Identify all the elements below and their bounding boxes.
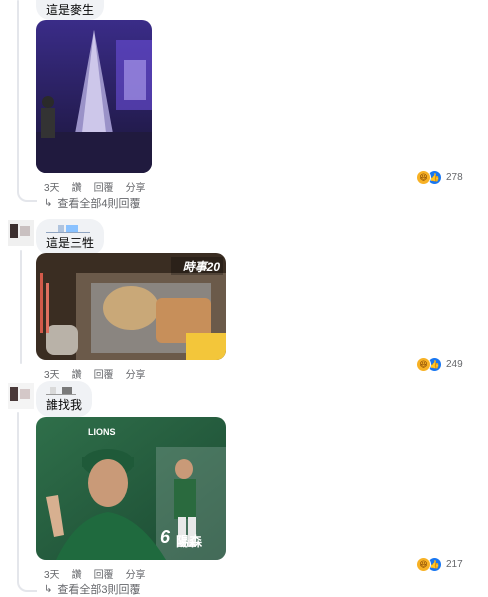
comment-photo[interactable]: 時事20 (36, 253, 226, 360)
share-button[interactable]: 分享 (126, 183, 146, 194)
reply-arrow-icon: ↳ (44, 583, 53, 595)
view-more-replies-label: 查看全部4則回覆 (57, 198, 141, 210)
view-more-replies[interactable]: ↳ 查看全部4則回覆 (44, 195, 141, 211)
player-number: 6 (160, 527, 171, 547)
timestamp: 3天 (44, 370, 60, 381)
avatar[interactable] (8, 220, 34, 246)
reply-button[interactable]: 回覆 (94, 183, 114, 194)
haha-reaction-icon: 😆 (416, 170, 431, 185)
photo-watermark: 時事20 (182, 260, 220, 274)
comment-text: 這是麥生 (46, 3, 95, 17)
like-button[interactable]: 讚 (72, 570, 82, 581)
thread-elbow (17, 186, 37, 202)
photo-watermark: LIONS (88, 427, 116, 437)
like-button[interactable]: 讚 (72, 370, 82, 381)
reaction-count: 249 (446, 359, 463, 370)
share-button[interactable]: 分享 (126, 370, 146, 381)
comment-bubble: 這是麥生 (36, 0, 105, 20)
reaction-summary[interactable]: 😆 👍 249 (416, 357, 463, 372)
view-more-replies[interactable]: ↳ 查看全部3則回覆 (44, 581, 141, 597)
reply-button[interactable]: 回覆 (94, 370, 114, 381)
comment-bubble: 誰找我 (36, 381, 93, 417)
comment-photo[interactable]: LIONS 6 陽森 (36, 417, 226, 560)
haha-reaction-icon: 😆 (416, 357, 431, 372)
reaction-summary[interactable]: 😆 👍 278 (416, 170, 463, 185)
comment-actions: 3天 讚 回覆 分享 (44, 179, 158, 194)
thread-line (20, 250, 22, 364)
comment-text: 這是三牲 (46, 236, 95, 250)
comment-bubble: 這是三牲 (36, 219, 105, 255)
haha-reaction-icon: 😆 (416, 557, 431, 572)
like-button[interactable]: 讚 (72, 183, 82, 194)
reply-arrow-icon: ↳ (44, 197, 53, 209)
reaction-count: 217 (446, 559, 463, 570)
thread-line (17, 412, 19, 582)
avatar[interactable] (8, 383, 34, 409)
comment-text: 誰找我 (46, 398, 83, 412)
timestamp: 3天 (44, 570, 60, 581)
view-more-replies-label: 查看全部3則回覆 (57, 584, 141, 596)
commenter-name[interactable] (46, 385, 82, 397)
reaction-summary[interactable]: 😆 👍 217 (416, 557, 463, 572)
commenter-name[interactable] (46, 223, 94, 235)
reaction-count: 278 (446, 172, 463, 183)
reply-button[interactable]: 回覆 (94, 570, 114, 581)
comment-actions: 3天 讚 回覆 分享 (44, 566, 158, 581)
comment-photo[interactable] (36, 20, 152, 173)
timestamp: 3天 (44, 183, 60, 194)
thread-elbow (17, 578, 37, 592)
share-button[interactable]: 分享 (126, 570, 146, 581)
comment-actions: 3天 讚 回覆 分享 (44, 366, 158, 381)
player-name: 陽森 (176, 534, 203, 549)
thread-line (17, 0, 19, 190)
